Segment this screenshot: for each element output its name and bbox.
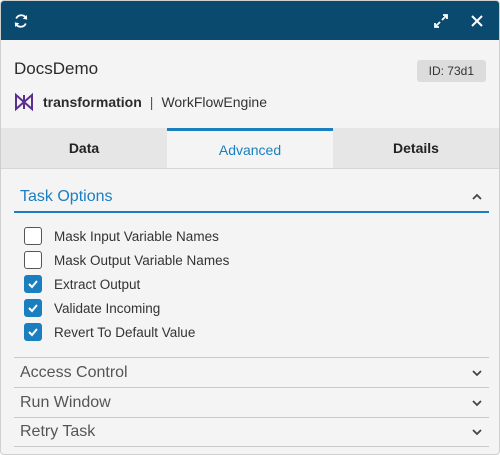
retry-task-section: Retry Task (14, 417, 489, 447)
access-control-title: Access Control (20, 363, 128, 381)
task-options-title: Task Options (20, 188, 113, 205)
brand-label: transformation (43, 94, 142, 110)
access-control-header[interactable]: Access Control (14, 357, 489, 387)
run-window-section: Run Window (14, 387, 489, 417)
engine-label: WorkFlowEngine (161, 94, 267, 110)
tab-details[interactable]: Details (333, 128, 499, 168)
run-window-title: Run Window (20, 393, 111, 411)
panel-header: DocsDemo ID: 73d1 transformation | WorkF… (1, 40, 499, 128)
checkbox-mask-output[interactable] (24, 251, 42, 269)
checkmark-icon (28, 328, 38, 337)
process-line: transformation | WorkFlowEngine (14, 92, 486, 112)
option-label: Mask Input Variable Names (54, 228, 219, 244)
checkmark-icon (28, 280, 38, 289)
checkbox-mask-input[interactable] (24, 227, 42, 245)
chevron-down-icon (472, 429, 482, 436)
option-label: Extract Output (54, 276, 141, 292)
task-options-section: Task Options Mask Input Variable Names M… (14, 183, 489, 344)
title-bar (1, 1, 499, 40)
checkmark-icon (28, 304, 38, 313)
checkbox-extract-output[interactable] (24, 275, 42, 293)
close-icon[interactable] (467, 11, 487, 31)
access-control-section: Access Control (14, 357, 489, 387)
retry-task-header[interactable]: Retry Task (14, 417, 489, 447)
option-revert-default: Revert To Default Value (24, 320, 489, 344)
tab-bar: Data Advanced Details (1, 128, 499, 169)
refresh-icon[interactable] (11, 11, 31, 31)
retry-task-title: Retry Task (20, 423, 96, 440)
chevron-down-icon (472, 369, 482, 376)
transformation-logo-icon (15, 92, 33, 112)
option-mask-output: Mask Output Variable Names (24, 248, 489, 272)
option-mask-input: Mask Input Variable Names (24, 224, 489, 248)
id-badge: ID: 73d1 (416, 60, 486, 82)
task-options-header[interactable]: Task Options (14, 183, 489, 213)
run-window-header[interactable]: Run Window (14, 387, 489, 417)
tab-advanced[interactable]: Advanced (167, 128, 333, 168)
chevron-up-icon (472, 193, 482, 200)
option-label: Revert To Default Value (54, 324, 196, 340)
chevron-down-icon (472, 399, 482, 406)
separator: | (149, 94, 154, 110)
app-name: DocsDemo (14, 59, 99, 78)
checkbox-validate-incoming[interactable] (24, 299, 42, 317)
checkbox-revert-default[interactable] (24, 323, 42, 341)
option-label: Validate Incoming (54, 300, 161, 316)
option-label: Mask Output Variable Names (54, 252, 230, 268)
task-panel-window: DocsDemo ID: 73d1 transformation | WorkF… (0, 0, 500, 455)
expand-arrows-icon[interactable] (431, 11, 451, 31)
tab-data[interactable]: Data (1, 128, 167, 168)
option-extract-output: Extract Output (24, 272, 489, 296)
option-validate-incoming: Validate Incoming (24, 296, 489, 320)
